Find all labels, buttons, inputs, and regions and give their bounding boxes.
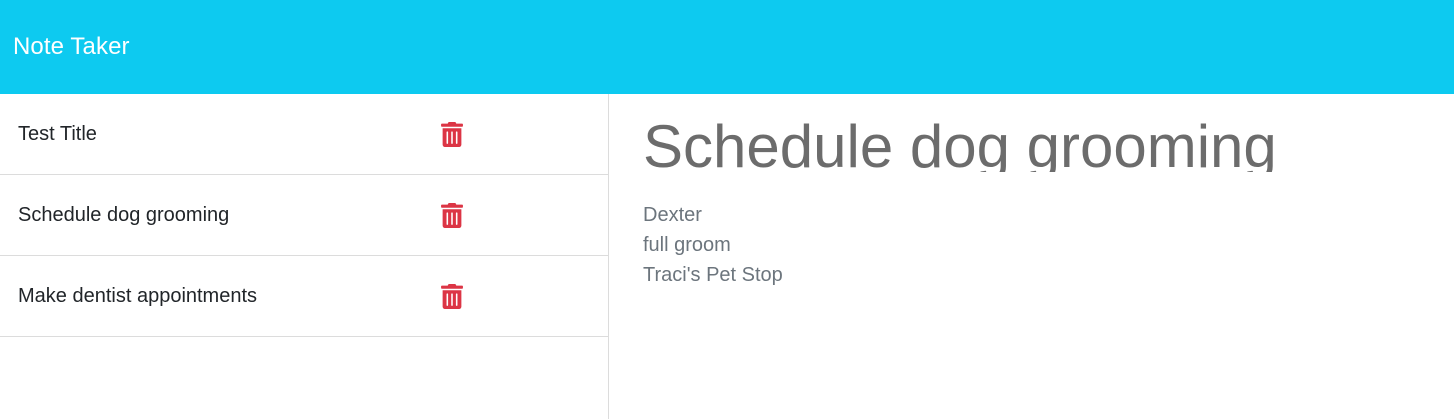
note-editor: Schedule dog grooming Dexter full groom …	[610, 94, 1454, 419]
trash-icon[interactable]	[441, 122, 463, 147]
note-body-line: full groom	[643, 234, 731, 256]
list-item[interactable]: Test Title	[0, 94, 608, 175]
navbar: Note Taker	[0, 0, 1454, 94]
app-brand[interactable]: Note Taker	[13, 33, 130, 61]
note-item-title: Schedule dog grooming	[18, 203, 230, 226]
trash-icon[interactable]	[441, 203, 463, 228]
note-item-title: Make dentist appointments	[18, 284, 258, 307]
list-item[interactable]: Schedule dog grooming	[0, 175, 608, 256]
note-title-field[interactable]: Schedule dog grooming	[643, 112, 1423, 172]
notes-sidebar: Test Title Schedule dog grooming Make de…	[0, 94, 609, 419]
note-list: Test Title Schedule dog grooming Make de…	[0, 94, 608, 337]
note-item-title: Test Title	[18, 122, 97, 145]
note-body-line: Dexter	[643, 204, 702, 226]
list-item[interactable]: Make dentist appointments	[0, 256, 608, 337]
note-body-line: Traci's Pet Stop	[643, 264, 783, 286]
trash-icon[interactable]	[441, 284, 463, 309]
note-body-field[interactable]: Dexter full groom Traci's Pet Stop	[643, 200, 1454, 290]
